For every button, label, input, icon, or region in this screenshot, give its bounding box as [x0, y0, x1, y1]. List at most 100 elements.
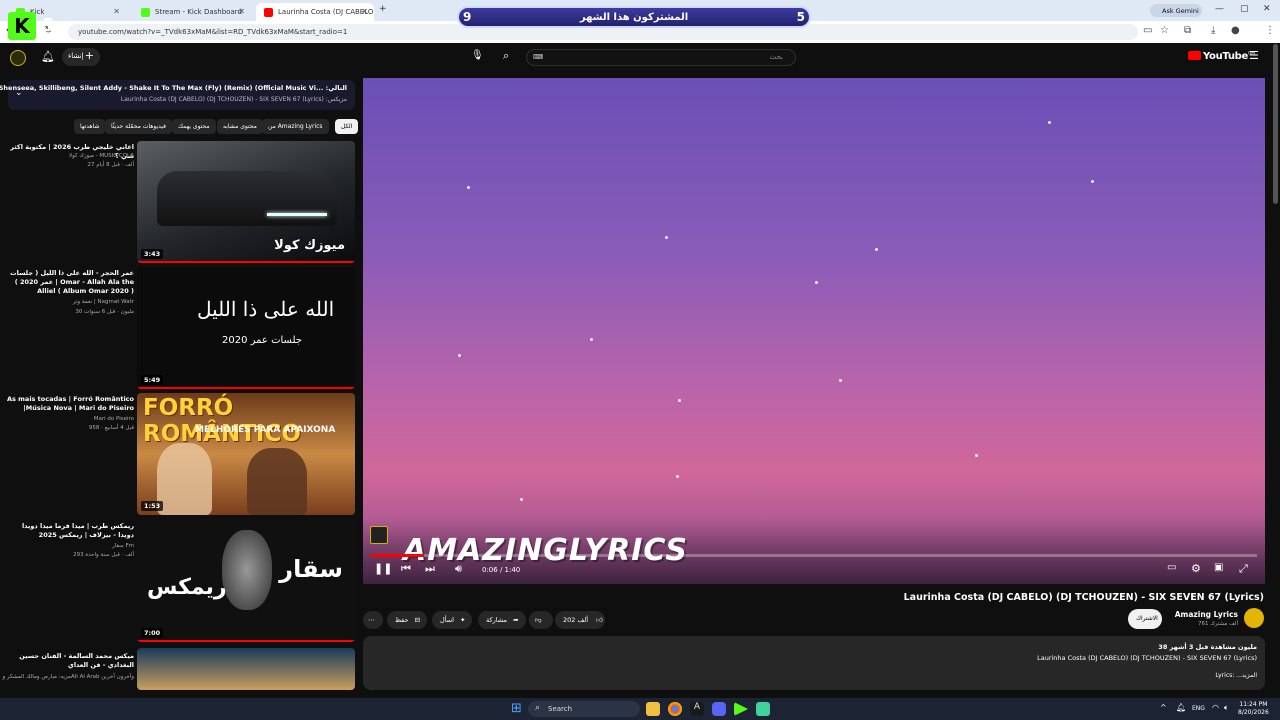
more-actions-button[interactable]: ⋯ — [363, 611, 383, 629]
share-arrow-icon: ➦ — [513, 616, 519, 624]
video-thumbnail[interactable]: سقار ريمكس 7:00 — [137, 520, 355, 642]
create-button[interactable]: إنشاء + — [62, 48, 100, 66]
clock-time: 11:24 PM — [1239, 701, 1268, 708]
download-icon[interactable]: ⤓ — [1211, 25, 1215, 36]
description-more[interactable]: Lyrics: ...المزيد — [1215, 672, 1257, 679]
kick-play-icon[interactable] — [734, 702, 748, 716]
microphone-icon[interactable]: 🎙︎ — [471, 50, 484, 61]
pause-icon[interactable]: ❚❚ — [374, 562, 392, 575]
file-explorer-icon[interactable] — [646, 702, 660, 716]
page-scrollbar[interactable] — [1273, 44, 1278, 204]
next-icon[interactable]: ⏭︎ — [425, 562, 435, 576]
progress-bar[interactable] — [371, 554, 1257, 557]
chip-recent-uploads[interactable]: فيديوهات محمّلة حديثًا — [105, 119, 172, 134]
fullscreen-icon[interactable]: ⤢ — [1239, 562, 1248, 576]
description-box[interactable]: 38 مليون مشاهدة قبل 3 أشهر Laurinha Cost… — [363, 636, 1265, 690]
star-sparkle — [665, 236, 668, 239]
share-button[interactable]: مشاركة ➦ — [478, 611, 526, 629]
video-title[interactable]: ريمكس طرب | ميدا فرما ميدا دويدا دويدا -… — [4, 522, 134, 540]
avatar[interactable] — [10, 50, 26, 66]
close-window-icon[interactable]: ✕ — [1263, 4, 1271, 14]
logo-text: YouTube — [1203, 51, 1248, 62]
app-green-icon[interactable] — [756, 702, 770, 716]
cast-icon[interactable]: ▭ — [1143, 25, 1152, 36]
star-sparkle — [590, 338, 593, 341]
subtitles-icon[interactable]: ▭ — [1167, 562, 1176, 573]
previous-icon[interactable]: ⏮︎ — [401, 562, 411, 576]
dislike-button[interactable]: 👎︎ — [529, 611, 553, 629]
tab-youtube-video[interactable]: Laurinha Costa (DJ CABELO ✕ — [256, 3, 374, 21]
system-clock[interactable]: 11:24 PM 8/20/2026 — [1238, 701, 1269, 717]
subscribe-button[interactable]: الاشتراك — [1128, 609, 1162, 629]
video-thumbnail[interactable]: الله على ذا الليل جلسات عمر 2020 5:49 — [137, 267, 355, 389]
star-sparkle — [815, 281, 818, 284]
channel-name[interactable]: سقار Fm — [112, 543, 134, 549]
monthly-subscribers-overlay: 9 المشتركون هذا الشهر 5 — [457, 6, 811, 28]
video-thumbnail[interactable]: FORRÓ ROMÂNTICO MELHORES PARA APAIXONA 1… — [137, 393, 355, 515]
chip-similar[interactable]: محتوى مشابه — [217, 119, 263, 134]
chip-label: الكل — [341, 123, 353, 130]
chip-all[interactable]: الكل — [335, 119, 359, 134]
channel-name[interactable]: مزيه: مبارص ومالك المشكر وAli Al Arab وآ… — [2, 674, 134, 680]
video-thumbnail[interactable] — [137, 648, 355, 690]
tab-label: Stream - Kick Dashboard — [155, 8, 242, 16]
discord-icon[interactable] — [712, 702, 726, 716]
channel-name[interactable]: ميوزك كولا - MUSIC COLA — [69, 153, 134, 159]
star-sparkle — [458, 354, 461, 357]
language-indicator[interactable]: ENG — [1192, 705, 1205, 712]
hamburger-menu-icon[interactable]: ☰ — [1249, 49, 1259, 62]
chrome-icon[interactable] — [668, 702, 682, 716]
channel-watermark-icon[interactable] — [370, 526, 388, 544]
app-a-icon[interactable]: A — [690, 702, 704, 716]
close-icon[interactable]: ✕ — [361, 7, 368, 16]
theater-mode-icon[interactable]: ▣ — [1214, 562, 1223, 573]
video-thumbnail[interactable]: ميوزك كولا 3:43 — [137, 141, 355, 263]
close-icon[interactable]: ✕ — [113, 7, 120, 16]
search-icon[interactable]: ⌕ — [503, 49, 509, 63]
playlist-panel-header[interactable]: ⌄ MOLIY, Shenseea, Skillibeng, Silent Ad… — [0, 80, 355, 110]
video-title[interactable]: عمر الحجر - الله على ذا الليل ( جلسات عم… — [4, 269, 134, 296]
watched-progress — [137, 640, 355, 642]
up-next-title: MOLIY, Shenseea, Skillibeng, Silent Addy… — [0, 84, 347, 92]
keyboard-icon[interactable]: ⌨ — [533, 53, 543, 61]
like-button[interactable]: 202 ألف 👍︎ — [555, 611, 605, 629]
tab-kick-dashboard[interactable]: Stream - Kick Dashboard ✕ — [133, 3, 251, 21]
search-input[interactable]: بحث ⌨ — [526, 49, 796, 66]
maximize-icon[interactable]: ▢ — [1240, 4, 1249, 14]
volume-icon[interactable]: 🔊︎ — [455, 562, 462, 576]
windows-start-icon[interactable]: ⊞ — [511, 701, 522, 716]
chip-for-you[interactable]: محتوى يهمك — [172, 119, 216, 134]
chip-from-channel[interactable]: من Amazing Lyrics — [262, 119, 329, 134]
new-tab-icon[interactable]: + — [379, 4, 387, 14]
extensions-icon[interactable]: ⧉ — [1184, 25, 1191, 36]
tray-chevron-icon[interactable]: ^ — [1160, 703, 1167, 712]
close-icon[interactable]: ✕ — [238, 7, 245, 16]
settings-gear-icon[interactable]: ⚙ — [1191, 562, 1201, 575]
ask-label: اسأل — [440, 616, 454, 624]
notifications-bell-icon[interactable]: 🔔︎ — [41, 50, 55, 63]
wifi-icon[interactable]: ◠ — [1212, 703, 1219, 712]
taskbar-search[interactable]: ⌕ Search — [528, 701, 640, 717]
speaker-icon[interactable]: 🔈︎ — [1224, 703, 1229, 713]
person-image — [157, 443, 212, 515]
save-button[interactable]: حفظ ⊟ — [387, 611, 427, 629]
bell-tray-icon[interactable]: 🔔︎ — [1176, 703, 1186, 712]
video-title[interactable]: As mais tocadas | Forró Romântico |Músic… — [4, 395, 134, 413]
chip-watched[interactable]: شاهدتها — [74, 119, 106, 134]
ask-button[interactable]: اسأل ✦ — [432, 611, 472, 629]
video-player[interactable]: AMAZINGLYRICS ❚❚ ⏮︎ ⏭︎ 🔊︎ 0:06 / 1:40 ▭ … — [363, 78, 1265, 584]
person-image — [247, 448, 307, 515]
bookmark-star-icon[interactable]: ☆ — [1160, 25, 1169, 36]
channel-name[interactable]: نغمة وتر | Nagmat Watr — [73, 299, 134, 305]
minimize-icon[interactable]: — — [1215, 4, 1224, 14]
description-stats: 38 مليون مشاهدة قبل 3 أشهر — [1158, 643, 1257, 651]
channel-name[interactable]: Mari do Piseiro — [94, 416, 134, 422]
channel-avatar[interactable] — [1244, 608, 1264, 628]
video-title[interactable]: ميكس محمد السالمة - الفنان حسين البغدادي… — [4, 652, 134, 670]
star-sparkle — [839, 379, 842, 382]
youtube-logo[interactable]: YouTubeOM — [1188, 50, 1255, 62]
channel-name-main[interactable]: Amazing Lyrics — [1175, 610, 1238, 619]
profile-icon[interactable]: ● — [1231, 25, 1240, 36]
ask-gemini-button[interactable]: Ask Gemini — [1150, 4, 1202, 17]
browser-menu-icon[interactable]: ⋮ — [1265, 25, 1275, 36]
